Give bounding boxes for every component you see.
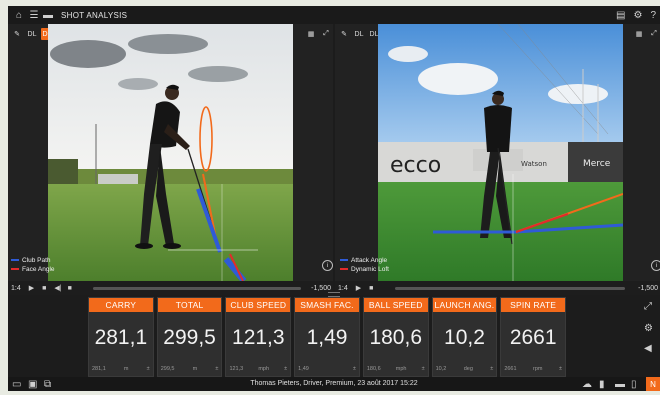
metric-sub: 1,49 ± (298, 366, 356, 372)
metric-sub: 10,2 deg ± (435, 366, 494, 372)
metric-sub: 121,3 mph ± (229, 366, 288, 372)
right-video-frame[interactable]: ecco Watson Merce (378, 24, 623, 281)
face-angle-swatch (11, 268, 19, 271)
right-time: -1,500 (638, 284, 658, 292)
list-icon[interactable]: ☰ (27, 10, 41, 21)
metric-card[interactable]: SMASH FAC. 1,49 1,49 ± (294, 297, 360, 377)
metric-label: SPIN RATE (501, 298, 566, 312)
metric-value: 180,6 (369, 326, 423, 349)
draw-tool-icon[interactable]: ✎ (11, 28, 23, 40)
status-bar: ▭ ▣ ⧉ Thomas Pieters, Driver, Premium, 2… (8, 377, 660, 391)
metric-sub: 281,1 m ± (92, 366, 150, 372)
right-timeline[interactable] (395, 287, 625, 290)
status-badge[interactable]: N (646, 377, 660, 391)
club-path-swatch (11, 259, 19, 262)
draw-tool-icon-right[interactable]: ✎ (338, 28, 350, 40)
metric-sub: 180,6 mph ± (366, 366, 425, 372)
settings-icon[interactable]: ⚙ (644, 323, 653, 334)
gear-icon[interactable]: ⚙ (633, 10, 642, 21)
left-tool-1[interactable]: DL (26, 28, 38, 40)
right-playbar: 1:4 ▶ ■ -1,500 (335, 281, 660, 295)
left-video-panel: ✎ DL DL FO ▦ ⤢ (8, 24, 333, 281)
info-icon[interactable]: i (322, 260, 333, 271)
metric-value: 1,49 (306, 326, 348, 349)
legend-item-attack-angle: Attack Angle (340, 256, 389, 265)
metric-card[interactable]: CARRY 281,1 281,1 m ± (88, 297, 154, 377)
fullscreen-icon-right[interactable]: ⤢ (648, 28, 660, 40)
folder-icon[interactable]: ▬ (41, 10, 55, 21)
metric-card[interactable]: SPIN RATE 2661 2661 rpm ± (500, 297, 567, 377)
metric-card[interactable]: CLUB SPEED 121,3 121,3 mph ± (225, 297, 292, 377)
volume-icon[interactable]: ◀ (644, 343, 652, 354)
legend-item-face-angle: Face Angle (11, 265, 55, 274)
right-speed[interactable]: 1:4 (338, 285, 348, 292)
banner-watson: Watson (521, 160, 547, 168)
home-icon[interactable]: ⌂ (11, 10, 27, 21)
help-icon[interactable]: ? (650, 10, 656, 21)
right-video-panel: ✎ DL DL FO ▦ ⤢ (335, 24, 660, 281)
left-video-frame[interactable] (48, 24, 293, 281)
metric-value: 10,2 (444, 326, 485, 349)
right-tool-1[interactable]: DL (353, 28, 365, 40)
left-swing-image (48, 24, 293, 281)
display-icon[interactable]: ▬ (615, 379, 625, 390)
top-bar: ⌂ ☰ ▬ SHOT ANALYSIS ▤ ⚙ ? (8, 6, 660, 24)
app-title: SHOT ANALYSIS (61, 10, 128, 20)
grid-icon-right[interactable]: ▦ (633, 28, 645, 40)
metric-card[interactable]: TOTAL 299,5 299,5 m ± (156, 297, 223, 377)
fullscreen-icon[interactable]: ⤢ (320, 28, 332, 40)
metric-value: 121,3 (232, 326, 285, 349)
banner-ecco: ecco (390, 153, 441, 178)
banner-mercedes: Merce (583, 159, 611, 169)
stop-icon-2[interactable]: ■ (68, 285, 72, 292)
step-back-icon[interactable]: ◀| (54, 284, 61, 292)
metric-card[interactable]: LAUNCH ANG. 10,2 10,2 deg ± (431, 297, 498, 377)
metric-sub: 299,5 m ± (160, 366, 219, 372)
grid-icon[interactable]: ▦ (305, 28, 317, 40)
right-rail: ⤢ ⚙ ◀ (636, 297, 660, 377)
metric-label: CLUB SPEED (226, 298, 291, 312)
metrics-strip: CARRY 281,1 281,1 m ± TOTAL 299,5 299,5 m ± … (88, 297, 567, 377)
stop-icon[interactable]: ■ (42, 285, 46, 292)
metric-label: SMASH FAC. (295, 298, 359, 312)
left-time: -1,500 (311, 284, 331, 292)
metric-label: BALL SPEED (363, 298, 428, 312)
metric-label: TOTAL (157, 298, 222, 312)
play-icon[interactable]: ▶ (29, 284, 34, 292)
metric-label: LAUNCH ANG. (432, 298, 497, 312)
attack-angle-swatch (340, 259, 348, 262)
device-icon[interactable]: ▯ (631, 379, 637, 390)
stop-icon-right[interactable]: ■ (369, 285, 373, 292)
play-icon-right[interactable]: ▶ (356, 284, 361, 292)
legend-item-club-path: Club Path (11, 256, 55, 265)
metric-card[interactable]: BALL SPEED 180,6 180,6 mph ± (362, 297, 429, 377)
metric-value: 2661 (509, 326, 557, 349)
right-legend: Attack Angle Dynamic Loft (340, 256, 389, 274)
app-window: ⌂ ☰ ▬ SHOT ANALYSIS ▤ ⚙ ? ✎ DL DL FO ▦ ⤢ (8, 6, 660, 391)
metric-label: CARRY (89, 298, 153, 312)
left-timeline[interactable] (93, 287, 301, 290)
legend-item-dynamic-loft: Dynamic Loft (340, 265, 389, 274)
metric-sub: 2661 rpm ± (504, 366, 563, 372)
left-playbar: 1:4 ▶ ■ ◀| ■ -1,500 (8, 281, 333, 295)
metric-value: 299,5 (163, 326, 216, 349)
shot-info: Thomas Pieters, Driver, Premium, 23 août… (250, 380, 418, 387)
cloud-upload-icon[interactable]: ☁ (582, 379, 592, 390)
metric-value: 281,1 (94, 326, 148, 349)
report-icon[interactable]: ▤ (616, 10, 625, 21)
right-swing-image: ecco Watson Merce (378, 24, 623, 281)
chart-icon[interactable]: ▮ (599, 379, 605, 390)
dynamic-loft-swatch (340, 268, 348, 271)
left-speed[interactable]: 1:4 (11, 285, 21, 292)
left-legend: Club Path Face Angle (11, 256, 55, 274)
info-icon-right[interactable]: i (651, 260, 660, 271)
expand-icon[interactable]: ⤢ (644, 301, 652, 312)
